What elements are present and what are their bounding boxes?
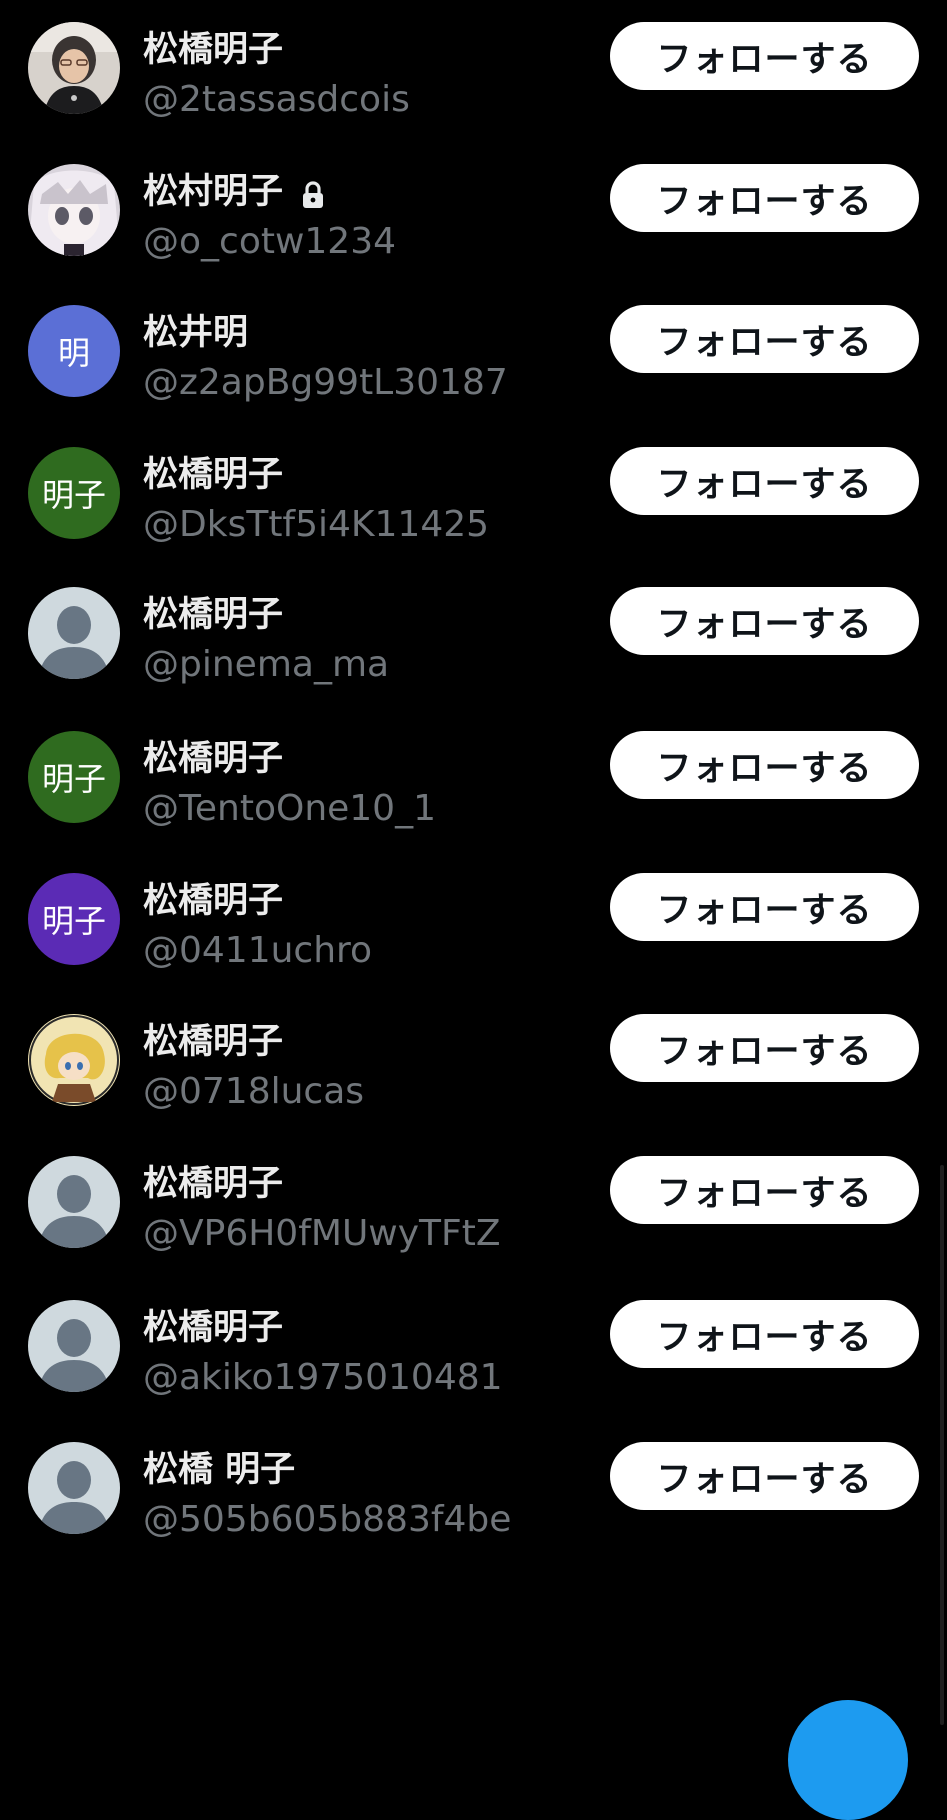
display-name-text: 松橋明子 [143,1308,284,1348]
display-name-text: 松橋明子 [143,30,284,70]
follow-button[interactable]: フォローする [610,587,919,655]
display-name[interactable]: 松橋明子 [143,1162,283,1206]
avatar[interactable]: 明子 [28,447,120,539]
display-name-text: 松村明子 [143,172,284,212]
follow-button[interactable]: フォローする [610,1156,919,1224]
avatar[interactable]: 明子 [28,873,120,965]
follow-button[interactable]: フォローする [610,305,919,373]
display-name-text: 松橋明子 [143,1022,284,1062]
user-handle: @0411uchro [143,930,373,971]
user-row[interactable]: 松橋明子 @akiko1975010481 フォローする [0,1300,947,1420]
user-handle: @o_cotw1234 [143,221,397,262]
display-name[interactable]: 松橋明子 [143,879,283,923]
display-name[interactable]: 松橋明子 [143,28,283,72]
display-name[interactable]: 松橋 明子 [143,1448,295,1492]
user-row[interactable]: 松橋明子 @2tassasdcois フォローする [0,22,947,142]
display-name[interactable]: 松橋明子 [143,453,283,497]
display-name-text: 松井明 [143,313,249,353]
follow-button[interactable]: フォローする [610,873,919,941]
default-person-icon [28,587,120,679]
user-row[interactable]: 松橋 明子 @505b605b883f4be フォローする [0,1442,947,1562]
default-person-icon [28,1156,120,1248]
avatar[interactable] [28,1300,120,1392]
user-row[interactable]: 明子 松橋明子 @0411uchro フォローする [0,873,947,993]
default-person-icon [28,1442,120,1534]
follow-button[interactable]: フォローする [610,1014,919,1082]
user-handle: @505b605b883f4be [143,1499,512,1540]
follow-button[interactable]: フォローする [610,22,919,90]
user-handle: @0718lucas [143,1071,365,1112]
follow-button[interactable]: フォローする [610,1442,919,1510]
avatar[interactable]: 明子 [28,731,120,823]
avatar-initials: 明子 [41,760,106,798]
user-row[interactable]: 明 松井明 @z2apBg99tL30187 フォローする [0,305,947,425]
user-row[interactable]: 明子 松橋明子 @TentoOne10_1 フォローする [0,731,947,851]
follow-button[interactable]: フォローする [610,1300,919,1368]
user-row[interactable]: 松橋明子 @VP6H0fMUwyTFtZ フォローする [0,1156,947,1276]
display-name[interactable]: 松橋明子 [143,737,283,781]
user-handle: @VP6H0fMUwyTFtZ [143,1213,501,1254]
avatar[interactable] [28,164,120,256]
scrollbar[interactable] [940,1165,944,1725]
user-row[interactable]: 松村明子 @o_cotw1234 フォローする [0,164,947,284]
avatar[interactable] [28,1156,120,1248]
lock-icon [299,177,327,208]
avatar[interactable] [28,22,120,114]
display-name-text: 松橋明子 [143,1164,284,1204]
user-row[interactable]: 明子 松橋明子 @DksTtf5i4K11425 フォローする [0,447,947,567]
avatar-initials: 明子 [41,902,106,940]
user-handle: @TentoOne10_1 [143,788,436,829]
display-name[interactable]: 松橋明子 [143,1020,283,1064]
default-person-icon [28,1300,120,1392]
user-handle: @2tassasdcois [143,79,410,120]
display-name-text: 松橋明子 [143,739,284,779]
display-name[interactable]: 松井明 [143,311,248,355]
avatar-initials: 明子 [41,476,106,514]
follow-button[interactable]: フォローする [610,447,919,515]
user-handle: @akiko1975010481 [143,1357,503,1398]
user-handle: @z2apBg99tL30187 [143,362,508,403]
avatar-initials: 明 [57,334,90,372]
compose-fab-button[interactable] [788,1700,908,1820]
avatar[interactable]: 明 [28,305,120,397]
display-name-text: 松橋明子 [143,595,284,635]
user-handle: @pinema_ma [143,644,390,685]
avatar[interactable] [28,587,120,679]
user-row[interactable]: 松橋明子 @0718lucas フォローする [0,1014,947,1134]
display-name-text: 松橋 明子 [143,1450,296,1490]
avatar[interactable] [28,1442,120,1534]
display-name-text: 松橋明子 [143,881,284,921]
follow-button[interactable]: フォローする [610,731,919,799]
avatar[interactable] [28,1014,120,1106]
display-name[interactable]: 松橋明子 [143,1306,283,1350]
user-handle: @DksTtf5i4K11425 [143,504,490,545]
follow-button[interactable]: フォローする [610,164,919,232]
display-name[interactable]: 松村明子 [143,170,327,214]
display-name[interactable]: 松橋明子 [143,593,283,637]
display-name-text: 松橋明子 [143,455,284,495]
user-row[interactable]: 松橋明子 @pinema_ma フォローする [0,587,947,707]
